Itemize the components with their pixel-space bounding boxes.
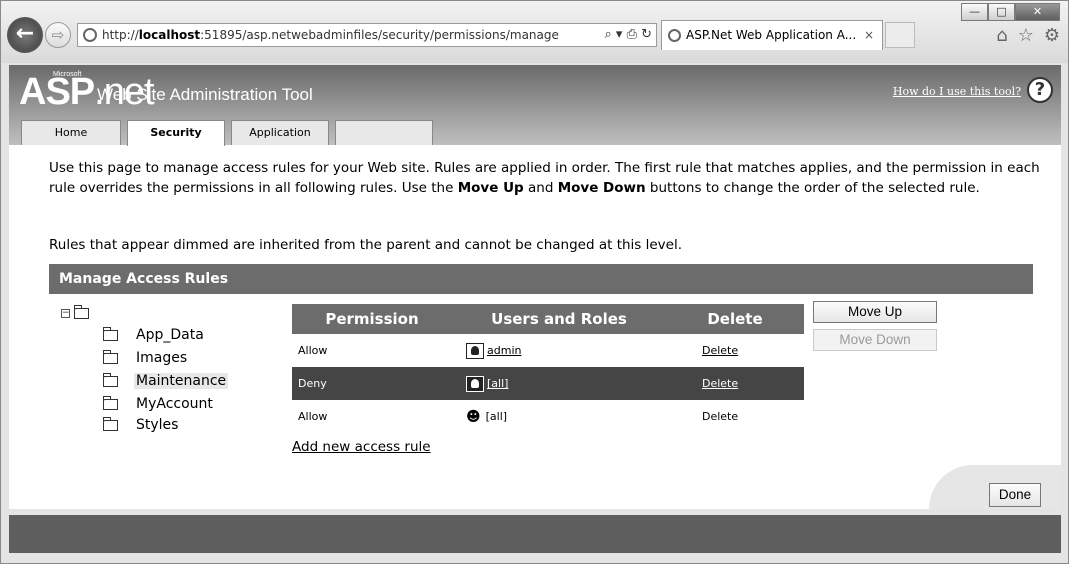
row-user: admin	[466, 334, 521, 367]
tool-title: Web Site Administration Tool	[97, 85, 313, 104]
table-row[interactable]: Allow admin Delete	[292, 334, 804, 367]
window-controls: — □ ✕	[961, 3, 1060, 21]
tree-node-myaccount[interactable]: MyAccount	[103, 393, 215, 415]
tree-node-label: MyAccount	[136, 396, 213, 412]
tree-node-label: App_Data	[136, 327, 204, 343]
browser-tab[interactable]: ASP.Net Web Application A... ×	[661, 20, 883, 50]
browser-toolbar-icons: ⌂ ☆ ⚙	[996, 25, 1060, 46]
section-header: Manage Access Rules	[49, 264, 1033, 294]
tree-node-images[interactable]: Images	[103, 347, 189, 369]
row-user: ☻ [all]	[466, 400, 507, 433]
access-rules-table: Permission Users and Roles Delete Allow …	[292, 304, 804, 433]
folder-icon	[103, 372, 118, 387]
minimize-button[interactable]: —	[961, 3, 988, 21]
folder-icon	[103, 416, 118, 431]
tab-title: ASP.Net Web Application A...	[686, 28, 857, 42]
maximize-button[interactable]: □	[988, 3, 1015, 21]
user-icon	[466, 342, 484, 359]
address-bar[interactable]: http://localhost:51895/asp.netwebadminfi…	[77, 23, 657, 47]
tab-application[interactable]: Application	[231, 120, 329, 145]
tree-node-styles[interactable]: Styles	[103, 414, 180, 436]
tab-close-icon[interactable]: ×	[864, 21, 874, 49]
table-header: Permission Users and Roles Delete	[292, 304, 804, 334]
tree-node-maintenance[interactable]: Maintenance	[103, 370, 229, 392]
add-access-rule-link[interactable]: Add new access rule	[292, 439, 431, 455]
address-host: localhost	[138, 28, 201, 42]
favorites-star-icon[interactable]: ☆	[1018, 25, 1034, 46]
tree-node-label: Images	[136, 350, 188, 366]
address-prefix: http://	[102, 28, 139, 42]
move-down-button[interactable]: Move Down	[813, 329, 937, 351]
tree-root[interactable]: −	[61, 305, 89, 319]
home-icon[interactable]: ⌂	[996, 25, 1007, 46]
user-label: [all]	[485, 410, 508, 423]
back-button[interactable]: ←	[7, 17, 43, 53]
done-button[interactable]: Done	[989, 483, 1041, 507]
nav-tabs: Home Security Application	[21, 120, 439, 146]
tab-home[interactable]: Home	[21, 120, 121, 145]
browser-window: — □ ✕ ← ⇨ http://localhost:51895/asp.net…	[0, 0, 1069, 564]
table-row-inherited: Allow ☻ [all] Delete	[292, 400, 804, 433]
row-delete: Delete	[702, 410, 739, 423]
row-delete: Delete	[702, 367, 738, 400]
all-users-icon: ☻	[466, 408, 481, 425]
header-banner: ASP.net Microsoft Web Site Administratio…	[9, 65, 1061, 146]
collapse-icon[interactable]: −	[61, 309, 70, 318]
microsoft-label: Microsoft	[53, 71, 82, 78]
new-tab-button[interactable]	[885, 22, 915, 48]
folder-icon	[103, 326, 118, 341]
ie-page-icon	[83, 28, 97, 42]
row-permission: Allow	[298, 410, 328, 423]
header-users-roles: Users and Roles	[491, 310, 627, 328]
folder-icon	[74, 305, 89, 319]
tab-provider[interactable]	[335, 120, 433, 145]
row-user: [all]	[466, 367, 508, 400]
tree-node-app-data[interactable]: App_Data	[103, 324, 206, 346]
address-tools-icons[interactable]: ⌕ ▾ ⎙ ↻	[600, 24, 652, 46]
settings-gear-icon[interactable]: ⚙	[1044, 25, 1060, 46]
help-icon[interactable]: ?	[1027, 77, 1053, 103]
close-window-button[interactable]: ✕	[1015, 3, 1060, 21]
delete-link[interactable]: Delete	[702, 377, 738, 390]
help-link[interactable]: How do I use this tool?	[893, 85, 1021, 98]
move-up-button[interactable]: Move Up	[813, 301, 937, 323]
tree-node-label: Styles	[136, 417, 179, 433]
row-permission: Allow	[298, 344, 328, 357]
back-arrow-icon: ←	[15, 21, 35, 46]
all-users-icon	[466, 375, 484, 392]
tree-node-label: Maintenance	[134, 373, 229, 389]
browser-chrome: — □ ✕ ← ⇨ http://localhost:51895/asp.net…	[1, 1, 1068, 63]
row-permission: Deny	[298, 377, 327, 390]
folder-icon	[103, 395, 118, 410]
folder-icon	[103, 349, 118, 364]
page-content: ASP.net Microsoft Web Site Administratio…	[9, 65, 1061, 553]
footer-bar	[9, 509, 1061, 553]
intro-text: Use this page to manage access rules for…	[49, 160, 1040, 196]
address-path: :51895/asp.netwebadminfiles/security/per…	[200, 28, 559, 42]
delete-link[interactable]: Delete	[702, 344, 738, 357]
forward-arrow-icon: ⇨	[51, 26, 65, 44]
header-delete: Delete	[707, 310, 763, 328]
row-delete: Delete	[702, 334, 738, 367]
table-row-selected[interactable]: Deny [all] Delete	[292, 367, 804, 400]
header-permission: Permission	[325, 310, 419, 328]
inherited-note: Rules that appear dimmed are inherited f…	[49, 237, 683, 253]
ie-tab-icon	[668, 29, 681, 42]
user-link[interactable]: admin	[487, 344, 521, 357]
forward-button[interactable]: ⇨	[45, 22, 71, 48]
tab-security[interactable]: Security	[127, 120, 225, 146]
user-link[interactable]: [all]	[487, 377, 508, 390]
